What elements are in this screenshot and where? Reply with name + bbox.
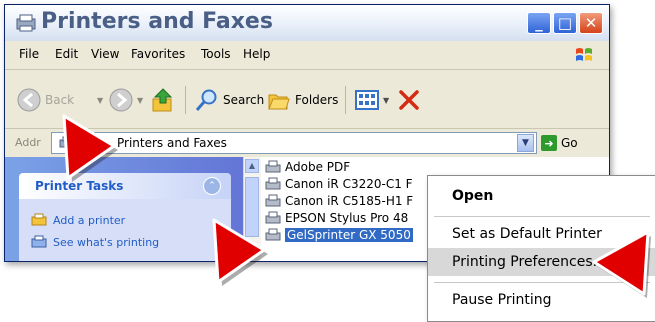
menu-view[interactable]: View bbox=[91, 47, 119, 61]
menu-file[interactable]: File bbox=[19, 47, 39, 61]
collapse-chevron-icon[interactable]: ⌃ bbox=[203, 177, 221, 195]
printer-name: Canon iR C3220-C1 F bbox=[285, 177, 413, 191]
search-button[interactable]: Search bbox=[195, 85, 264, 115]
printer-item-selected[interactable]: GelSprinter GX 5050 bbox=[265, 228, 413, 242]
search-icon bbox=[195, 89, 217, 111]
folders-icon bbox=[268, 94, 290, 110]
windows-logo-icon bbox=[576, 48, 592, 61]
back-label: Back bbox=[45, 93, 75, 107]
add-printer-label: Add a printer bbox=[53, 213, 126, 227]
search-label: Search bbox=[223, 93, 265, 107]
up-folder-button[interactable] bbox=[151, 85, 175, 115]
minimize-button[interactable]: _ bbox=[527, 12, 551, 34]
printer-icon bbox=[265, 177, 281, 190]
printer-name: Adobe PDF bbox=[285, 160, 351, 174]
up-folder-icon bbox=[152, 88, 173, 112]
toolbar-separator bbox=[185, 86, 186, 114]
printer-tasks-panel: Add a printer See what's printing bbox=[19, 199, 231, 261]
menu-help[interactable]: Help bbox=[243, 47, 270, 61]
printer-item[interactable]: Canon iR C5185-H1 F bbox=[265, 194, 413, 208]
printer-icon bbox=[265, 194, 281, 207]
red-pointer-arrow-icon bbox=[592, 230, 651, 298]
delete-button[interactable] bbox=[397, 85, 421, 115]
menu-edit[interactable]: Edit bbox=[55, 47, 78, 61]
title-bar[interactable]: Printers and Faxes _ □ ✕ bbox=[5, 5, 609, 41]
maximize-button[interactable]: □ bbox=[553, 12, 577, 34]
menu-favorites[interactable]: Favorites bbox=[131, 47, 185, 61]
window-title: Printers and Faxes bbox=[41, 9, 273, 34]
menu-open[interactable]: Open bbox=[428, 182, 655, 210]
add-printer-link[interactable]: Add a printer bbox=[31, 213, 125, 227]
folders-label: Folders bbox=[295, 93, 339, 107]
printer-icon bbox=[265, 160, 281, 173]
scroll-up-arrow-icon[interactable]: ▲ bbox=[245, 159, 259, 173]
toolbar-separator bbox=[345, 86, 346, 114]
address-dropdown-icon[interactable]: ▼ bbox=[517, 134, 534, 152]
print-queue-icon bbox=[31, 235, 47, 248]
back-dropdown-icon[interactable]: ▼ bbox=[97, 96, 103, 105]
see-printing-label: See what's printing bbox=[53, 235, 160, 249]
printer-folder-icon bbox=[16, 14, 36, 32]
printer-name: GelSprinter GX 5050 bbox=[285, 228, 413, 242]
views-icon bbox=[355, 90, 379, 110]
printer-item[interactable]: Canon iR C3220-C1 F bbox=[265, 177, 413, 191]
printer-item[interactable]: EPSON Stylus Pro 48 bbox=[265, 211, 408, 225]
forward-dropdown-icon[interactable]: ▼ bbox=[137, 96, 143, 105]
close-button[interactable]: ✕ bbox=[579, 12, 603, 34]
back-arrow-icon bbox=[17, 88, 41, 112]
printer-name: Canon iR C5185-H1 F bbox=[285, 194, 414, 208]
red-pointer-arrow-icon bbox=[212, 218, 268, 286]
views-dropdown-icon: ▼ bbox=[383, 95, 390, 105]
menu-separator bbox=[434, 216, 650, 217]
red-pointer-arrow-icon bbox=[62, 114, 118, 182]
address-label: Addr bbox=[15, 136, 41, 149]
views-button[interactable]: ▼ bbox=[355, 85, 389, 115]
add-printer-icon bbox=[31, 213, 47, 226]
delete-x-icon bbox=[399, 90, 419, 110]
menu-bar: File Edit View Favorites Tools Help bbox=[5, 41, 609, 70]
folders-button[interactable]: Folders bbox=[267, 85, 338, 115]
printer-name: EPSON Stylus Pro 48 bbox=[285, 211, 409, 225]
address-value: Printers and Faxes bbox=[117, 136, 227, 150]
go-arrow-icon: ➜ bbox=[541, 135, 557, 151]
go-button[interactable]: ➜ Go bbox=[541, 135, 578, 151]
go-label: Go bbox=[561, 136, 578, 150]
menu-tools[interactable]: Tools bbox=[201, 47, 231, 61]
see-printing-link[interactable]: See what's printing bbox=[31, 235, 159, 249]
printer-item[interactable]: Adobe PDF bbox=[265, 160, 350, 174]
